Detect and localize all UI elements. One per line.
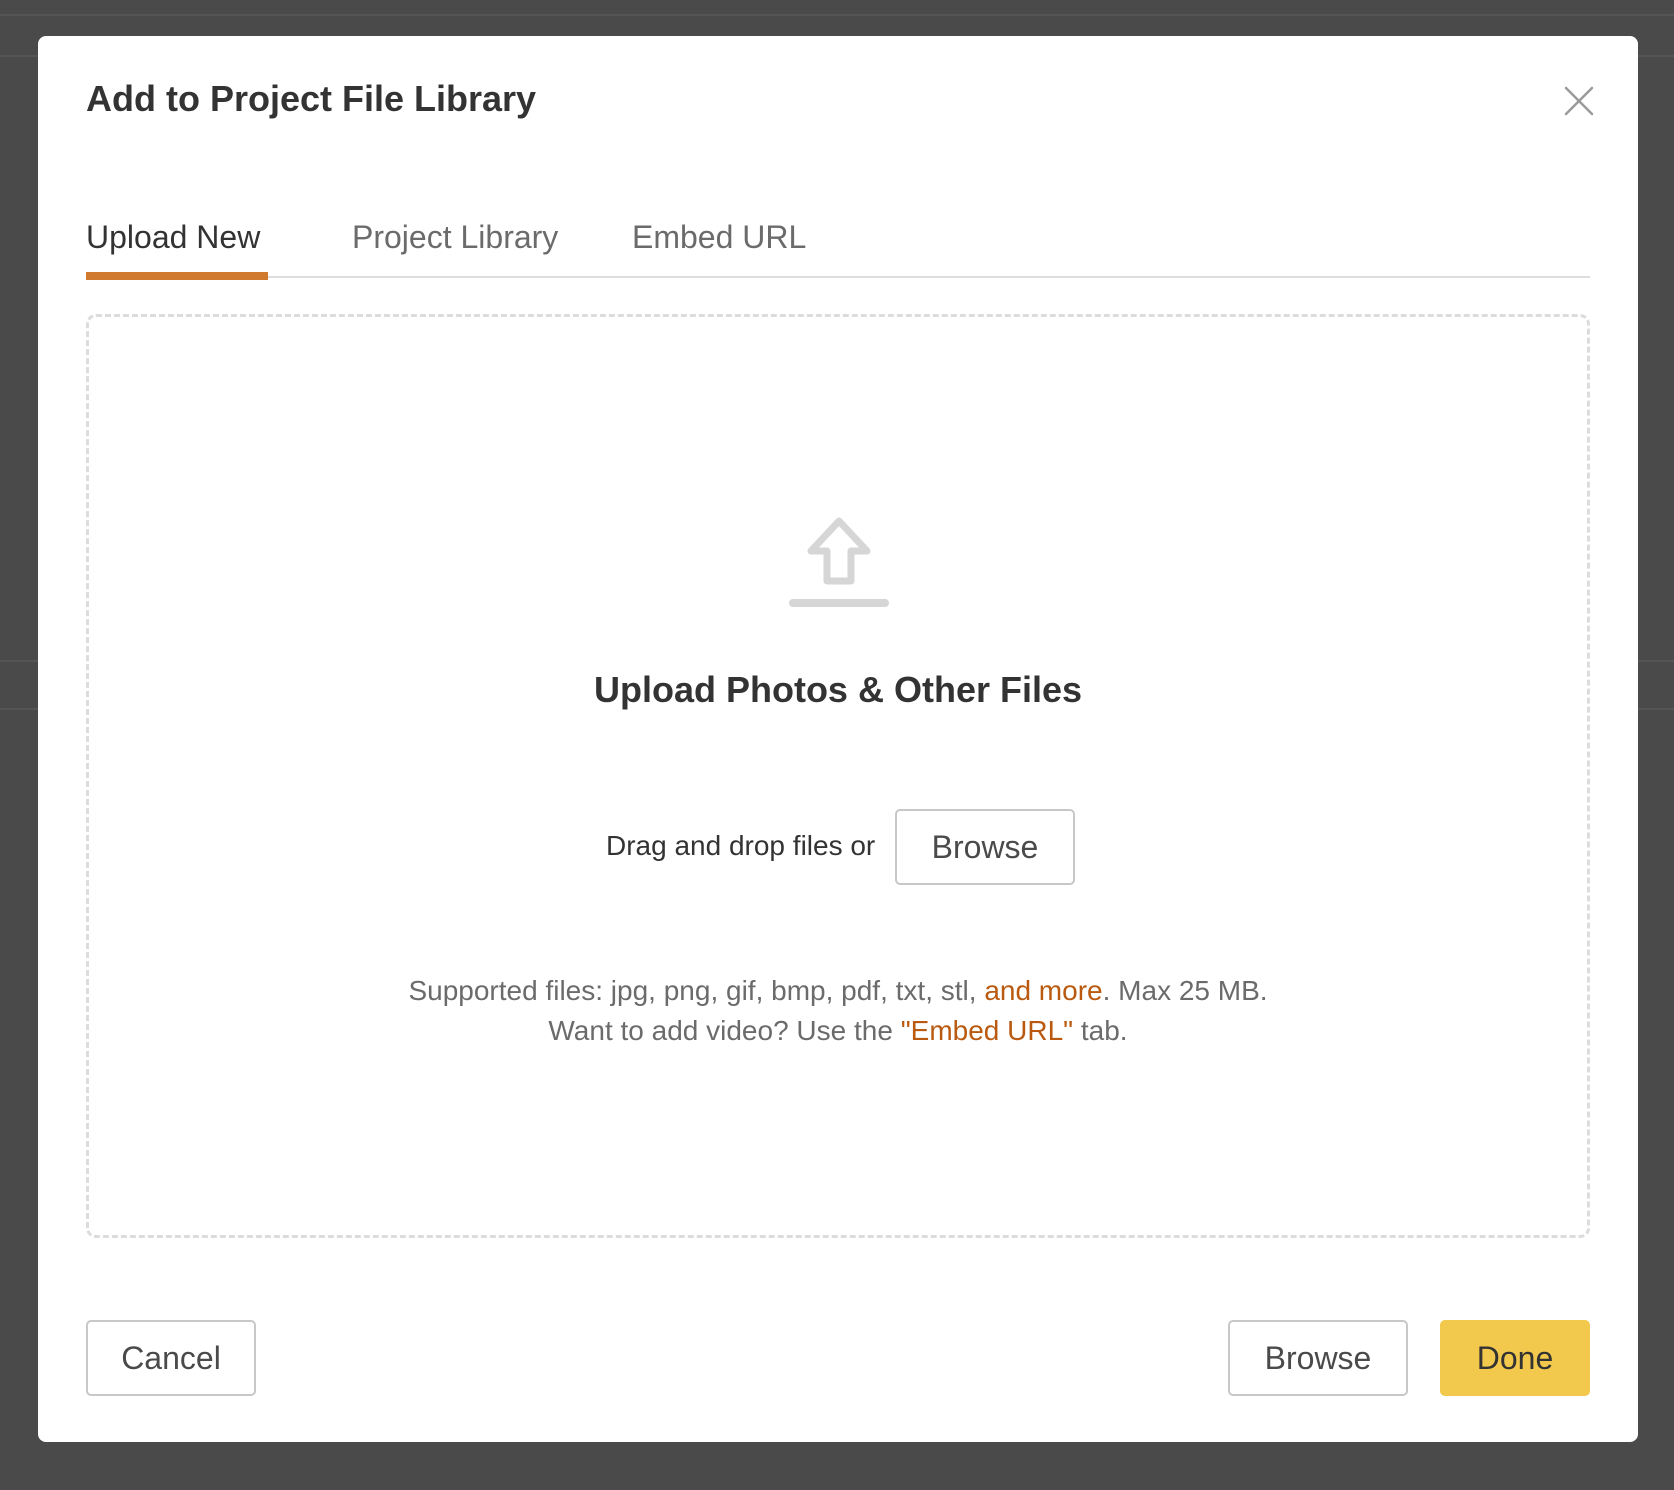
upload-heading: Upload Photos & Other Files [593,669,1083,710]
supported-files-prefix: Supported files: jpg, png, gif, bmp, pdf… [408,975,985,1006]
browse-button[interactable]: Browse [1228,1320,1408,1396]
close-button[interactable] [1562,84,1596,118]
upload-icon [789,517,889,607]
cancel-button[interactable]: Cancel [86,1320,256,1396]
tab-bar: Upload New Project Library Embed URL [86,204,1590,280]
drag-drop-row: Drag and drop files or Browse [89,809,1587,885]
browse-button-inline[interactable]: Browse [895,809,1075,885]
background-divider [0,14,1674,16]
and-more-link[interactable]: and more [984,975,1102,1006]
tab-project-library[interactable]: Project Library [352,218,558,256]
drag-drop-text: Drag and drop files or [606,830,876,861]
close-icon [1564,86,1594,116]
embed-url-link[interactable]: "Embed URL" [901,1015,1073,1046]
active-tab-indicator [86,272,268,280]
supported-files-text: Supported files: jpg, png, gif, bmp, pdf… [89,971,1587,1051]
video-hint-suffix: tab. [1073,1015,1128,1046]
video-hint-prefix: Want to add video? Use the [548,1015,901,1046]
max-size-text: . Max 25 MB. [1102,975,1268,1006]
tab-upload-new[interactable]: Upload New [86,218,260,256]
tab-embed-url[interactable]: Embed URL [632,218,806,256]
modal-title: Add to Project File Library [86,78,537,119]
file-library-modal: Add to Project File Library Upload New P… [38,36,1638,1442]
file-dropzone[interactable]: Upload Photos & Other Files Drag and dro… [86,314,1590,1238]
done-button[interactable]: Done [1440,1320,1590,1396]
